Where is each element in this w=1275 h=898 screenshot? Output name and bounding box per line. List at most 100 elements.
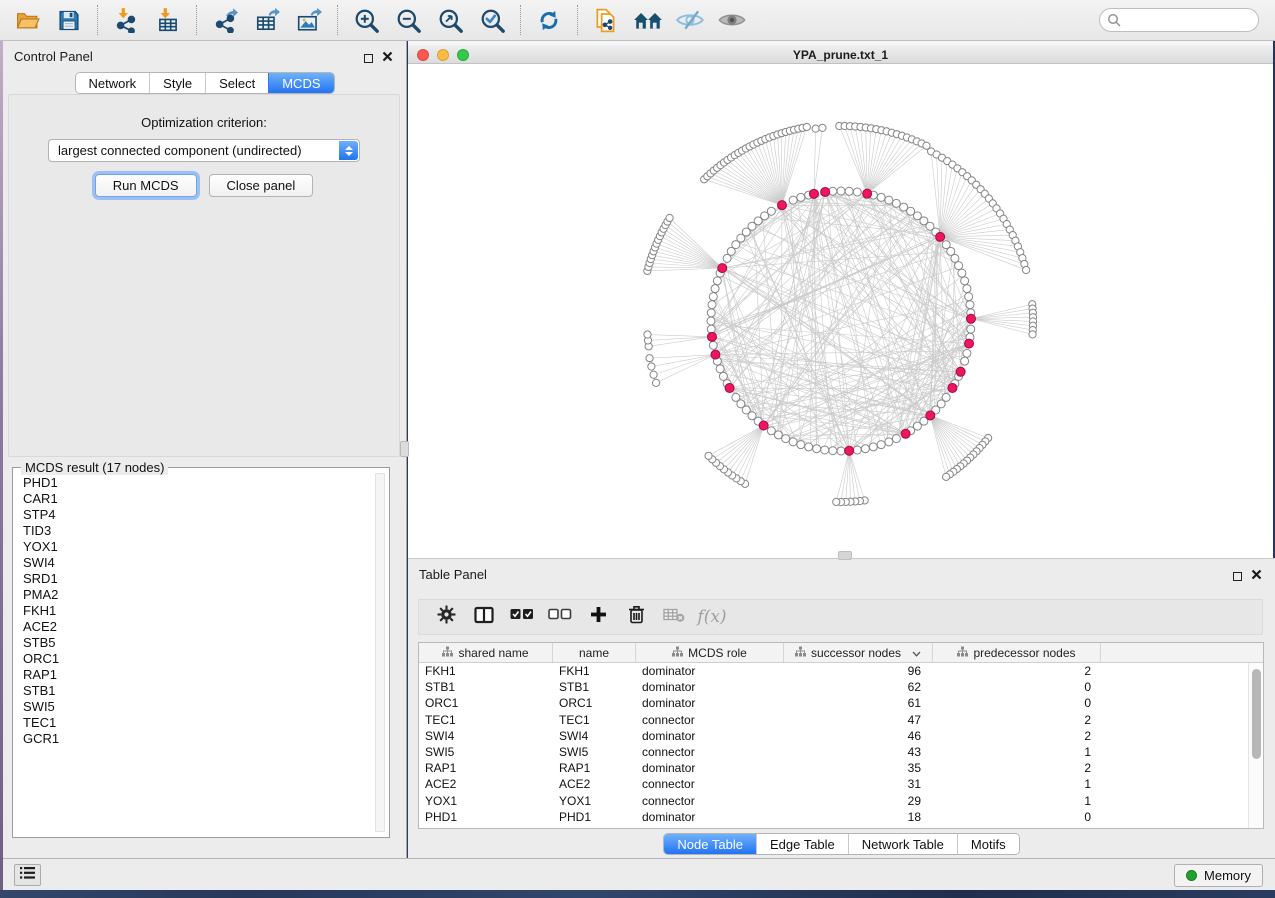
memory-button[interactable]: Memory: [1174, 864, 1263, 887]
tab-network[interactable]: Network: [75, 73, 149, 93]
criterion-select[interactable]: largest connected component (undirected): [48, 139, 360, 162]
table-row[interactable]: TEC1TEC1connector472: [419, 712, 1248, 728]
dominator-node[interactable]: [809, 189, 818, 198]
mcds-result-item[interactable]: SWI5: [23, 699, 389, 715]
mcds-result-item[interactable]: SWI4: [23, 555, 389, 571]
table-row[interactable]: YOX1YOX1connector291: [419, 793, 1248, 809]
vertical-splitter-grip[interactable]: [400, 441, 409, 457]
column-header-mcds-role[interactable]: MCDS role: [636, 643, 784, 662]
first-neighbors-button[interactable]: [630, 3, 666, 37]
table-row[interactable]: STB1STB1dominator620: [419, 679, 1248, 695]
save-session-button[interactable]: [51, 3, 87, 37]
export-network-button[interactable]: [207, 3, 243, 37]
search-input[interactable]: [1099, 8, 1259, 32]
zoom-fit-button[interactable]: [432, 3, 468, 37]
mcds-result-item[interactable]: ORC1: [23, 651, 389, 667]
import-table-button[interactable]: [150, 3, 186, 37]
dominator-node[interactable]: [777, 201, 786, 210]
toggle-columns-button[interactable]: [473, 605, 495, 629]
table-settings-button[interactable]: [435, 605, 457, 629]
dominator-node[interactable]: [725, 383, 734, 392]
column-header-name[interactable]: name: [553, 643, 636, 662]
zoom-out-button[interactable]: [390, 3, 426, 37]
dominator-node[interactable]: [707, 332, 716, 341]
table-row[interactable]: FKH1FKH1dominator962: [419, 663, 1248, 679]
mcds-result-item[interactable]: STB5: [23, 635, 389, 651]
column-header-predecessor-nodes[interactable]: predecessor nodes: [933, 643, 1101, 662]
tab-select[interactable]: Select: [205, 73, 268, 93]
mcds-result-item[interactable]: PHD1: [23, 475, 389, 491]
control-panel-close-icon[interactable]: [382, 49, 393, 67]
table-row[interactable]: RAP1RAP1dominator352: [419, 760, 1248, 776]
table-panel-close-icon[interactable]: [1251, 567, 1262, 585]
mcds-result-item[interactable]: STP4: [23, 507, 389, 523]
mcds-result-item[interactable]: SRD1: [23, 571, 389, 587]
network-window-titlebar[interactable]: YPA_prune.txt_1: [408, 45, 1273, 64]
clone-network-button[interactable]: [588, 3, 624, 37]
mcds-result-item[interactable]: GCR1: [23, 731, 389, 747]
mcds-result-item[interactable]: ACE2: [23, 619, 389, 635]
mcds-result-item[interactable]: STB1: [23, 683, 389, 699]
dominator-node[interactable]: [821, 187, 830, 196]
dominator-node[interactable]: [948, 383, 957, 392]
dominator-node[interactable]: [863, 189, 872, 198]
table-row[interactable]: SWI5SWI5connector431: [419, 744, 1248, 760]
deselect-all-button[interactable]: [549, 605, 571, 629]
tab-network-table[interactable]: Network Table: [848, 834, 957, 854]
dominator-node[interactable]: [901, 429, 910, 438]
table-row[interactable]: ACE2ACE2connector311: [419, 776, 1248, 792]
network-canvas[interactable]: [408, 64, 1273, 560]
dominator-node[interactable]: [711, 350, 720, 359]
zoom-in-button[interactable]: [348, 3, 384, 37]
zoom-selected-button[interactable]: [474, 3, 510, 37]
column-header-shared-name[interactable]: shared name: [419, 643, 553, 662]
horizontal-splitter-grip[interactable]: [838, 551, 852, 560]
delete-columns-button[interactable]: [625, 605, 647, 629]
sort-desc-icon[interactable]: [912, 646, 921, 660]
dominator-node[interactable]: [759, 421, 768, 430]
new-column-button[interactable]: [587, 605, 609, 629]
tab-edge-table[interactable]: Edge Table: [756, 834, 848, 854]
tab-motifs[interactable]: Motifs: [957, 834, 1019, 854]
dominator-node[interactable]: [966, 314, 975, 323]
table-row[interactable]: PHD1PHD1dominator180: [419, 809, 1248, 825]
mcds-result-item[interactable]: CAR1: [23, 491, 389, 507]
export-table-button[interactable]: [249, 3, 285, 37]
dominator-node[interactable]: [845, 446, 854, 455]
mcds-result-item[interactable]: FKH1: [23, 603, 389, 619]
dominator-node[interactable]: [956, 367, 965, 376]
show-all-button[interactable]: [714, 3, 750, 37]
column-header-successor-nodes[interactable]: successor nodes: [784, 643, 933, 662]
mcds-result-item[interactable]: TEC1: [23, 715, 389, 731]
dominator-node[interactable]: [926, 411, 935, 420]
dominator-node[interactable]: [718, 264, 727, 273]
select-all-button[interactable]: [511, 605, 533, 629]
dominator-node[interactable]: [965, 339, 974, 348]
show-panels-button[interactable]: [14, 864, 41, 886]
table-scrollbar[interactable]: [1248, 663, 1263, 828]
mcds-result-item[interactable]: TID3: [23, 523, 389, 539]
mcds-result-item[interactable]: RAP1: [23, 667, 389, 683]
close-panel-button[interactable]: Close panel: [209, 174, 314, 197]
table-scrollbar-thumb[interactable]: [1252, 669, 1261, 759]
mcds-result-item[interactable]: PMA2: [23, 587, 389, 603]
tab-style[interactable]: Style: [149, 73, 205, 93]
import-network-button[interactable]: [108, 3, 144, 37]
hide-selected-button[interactable]: [672, 3, 708, 37]
control-panel-float-icon[interactable]: [364, 54, 373, 63]
mcds-result-scrollbar[interactable]: [375, 473, 385, 832]
open-file-button[interactable]: [9, 3, 45, 37]
cell-name: STB1: [553, 680, 636, 694]
table-row[interactable]: SWI4SWI4dominator462: [419, 728, 1248, 744]
mcds-result-list[interactable]: PHD1CAR1STP4TID3YOX1SWI4SRD1PMA2FKH1ACE2…: [13, 475, 389, 747]
dominator-node[interactable]: [936, 232, 945, 241]
tab-node-table[interactable]: Node Table: [664, 834, 756, 854]
table-panel-float-icon[interactable]: [1233, 572, 1242, 581]
table-row[interactable]: ORC1ORC1dominator610: [419, 695, 1248, 711]
export-image-button[interactable]: [291, 3, 327, 37]
network-graph[interactable]: [408, 64, 1273, 560]
refresh-view-button[interactable]: [531, 3, 567, 37]
run-mcds-button[interactable]: Run MCDS: [95, 174, 197, 197]
tab-mcds[interactable]: MCDS: [268, 73, 333, 93]
mcds-result-item[interactable]: YOX1: [23, 539, 389, 555]
